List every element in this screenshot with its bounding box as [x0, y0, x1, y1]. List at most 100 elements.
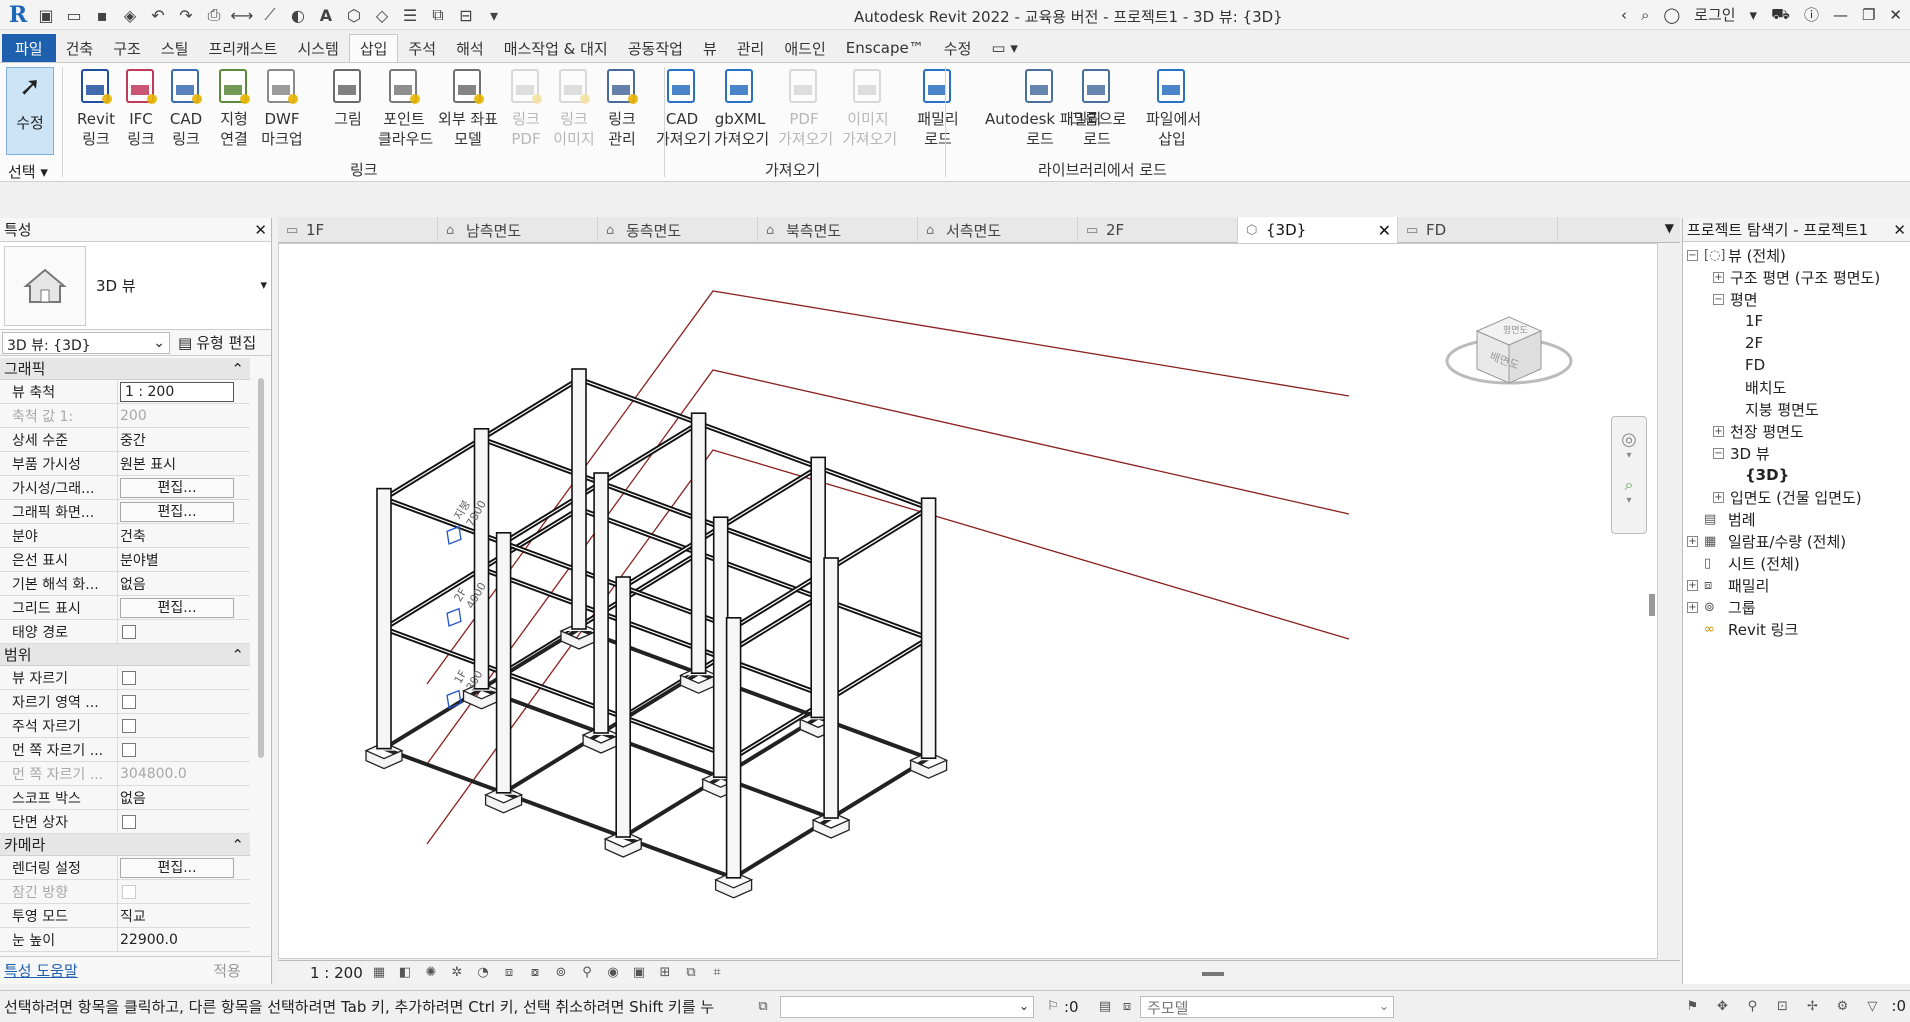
ribbon-button-14[interactable]: 이미지 가져오기: [842, 67, 897, 149]
column[interactable]: [725, 616, 742, 879]
undo-icon[interactable]: ↶: [146, 3, 170, 27]
property-checkbox[interactable]: [122, 718, 136, 733]
browser-node[interactable]: + 구조 평면 (구조 평면도): [1713, 266, 1880, 288]
browser-node[interactable]: ▯ 시트 (전체): [1687, 552, 1800, 574]
property-value[interactable]: 원본 표시: [120, 454, 176, 474]
viewcube-top-label[interactable]: 평면도: [1503, 325, 1528, 336]
property-checkbox[interactable]: [122, 694, 136, 709]
browser-node[interactable]: 배치도: [1745, 376, 1786, 398]
detail-level-icon[interactable]: ▦: [366, 964, 392, 982]
property-value[interactable]: 없음: [120, 574, 146, 594]
property-checkbox[interactable]: [122, 814, 136, 829]
column[interactable]: [810, 456, 827, 719]
user-icon[interactable]: ◯: [1663, 6, 1680, 24]
close-icon[interactable]: ✕: [1889, 6, 1902, 24]
edit-button[interactable]: 편집...: [120, 857, 234, 878]
editing-requests-icon[interactable]: ▤: [1094, 999, 1116, 1014]
worksharing-icon[interactable]: ▣: [626, 964, 652, 982]
tab-3[interactable]: 스틸: [151, 34, 199, 62]
collapse-icon[interactable]: ⌃: [231, 646, 244, 664]
main-model-combo[interactable]: 주모델 ⌄: [1140, 995, 1394, 1018]
section-icon[interactable]: ◇: [370, 3, 394, 27]
worksets-icon[interactable]: ⧉: [752, 999, 774, 1014]
home-icon[interactable]: ▣: [34, 3, 58, 27]
instance-filter-select[interactable]: 3D 뷰: {3D} ⌄: [2, 331, 170, 354]
sync-icon[interactable]: ◈: [118, 3, 142, 27]
column[interactable]: [571, 368, 587, 630]
edit-button[interactable]: 편집...: [120, 477, 234, 498]
ribbon-button-5[interactable]: 그림: [322, 67, 374, 129]
minimize-icon[interactable]: —: [1833, 6, 1848, 24]
binoculars-icon[interactable]: ⌕: [1641, 6, 1649, 24]
switch-windows-icon[interactable]: ⊟: [454, 3, 478, 27]
collapse-icon[interactable]: −: [1687, 249, 1698, 261]
chevron-down-icon[interactable]: ▾: [1612, 450, 1646, 461]
reveal-constraints-icon[interactable]: ⌗: [704, 964, 730, 982]
column[interactable]: [495, 531, 512, 794]
filter-icon[interactable]: ▽: [1861, 999, 1883, 1014]
scroll-thumb[interactable]: [258, 378, 264, 758]
print-icon[interactable]: ⎙: [202, 3, 226, 27]
drag-on-selection-icon[interactable]: ✢: [1801, 999, 1823, 1014]
browser-node[interactable]: 2F: [1745, 332, 1763, 354]
property-value[interactable]: 없음: [120, 788, 146, 808]
ribbon-button-4[interactable]: DWF 마크업: [256, 67, 308, 149]
expand-icon[interactable]: +: [1713, 425, 1724, 437]
ribbon-button-17[interactable]: 그룹으로 로드: [1071, 67, 1126, 149]
property-checkbox[interactable]: [122, 742, 136, 757]
tab-13[interactable]: 애드인: [774, 34, 835, 62]
browser-node[interactable]: ▤ 범례: [1687, 508, 1756, 530]
view-tab-4[interactable]: ⌂ 서측면도: [918, 217, 1078, 243]
browser-node[interactable]: + ⧈ 패밀리: [1687, 574, 1769, 596]
browser-node[interactable]: + ⊚ 그룹: [1687, 596, 1756, 618]
edit-button[interactable]: 편집...: [120, 501, 234, 522]
property-group-header[interactable]: 그래픽 ⌃: [0, 358, 250, 380]
tab-11[interactable]: 뷰: [693, 34, 727, 62]
ribbon-button-13[interactable]: PDF 가져오기: [778, 67, 833, 149]
canvas-horizontal-scroll[interactable]: [1202, 972, 1224, 976]
browser-node[interactable]: + ▦ 일람표/수량 (전체): [1687, 530, 1846, 552]
tab-9[interactable]: 매스작업 & 대지: [494, 34, 618, 62]
chevron-down-icon[interactable]: ▾: [1750, 6, 1758, 24]
column[interactable]: [920, 497, 937, 759]
property-value[interactable]: 200: [120, 408, 147, 424]
ribbon-button-2[interactable]: CAD 링크: [160, 67, 212, 149]
property-group-header[interactable]: 범위 ⌃: [0, 644, 250, 666]
edit-type-button[interactable]: ▤ 유형 편집: [178, 332, 256, 353]
property-value[interactable]: 중간: [120, 430, 146, 450]
column[interactable]: [376, 487, 392, 750]
browser-node[interactable]: + 입면도 (건물 입면도): [1713, 486, 1862, 508]
select-dropdown[interactable]: 선택 ▾: [8, 161, 48, 182]
show-crop-icon[interactable]: ⧇: [522, 964, 548, 982]
view-tab-2[interactable]: ⌂ 동측면도: [598, 217, 758, 243]
close-browser-icon[interactable]: ✕: [1893, 221, 1906, 239]
expand-icon[interactable]: +: [1713, 491, 1724, 503]
select-by-face-icon[interactable]: ⊡: [1771, 999, 1793, 1014]
expand-icon[interactable]: +: [1687, 535, 1698, 547]
property-value[interactable]: 직교: [120, 906, 146, 926]
collapse-icon[interactable]: ⌃: [231, 360, 244, 378]
design-options-icon[interactable]: ⚐: [1042, 999, 1064, 1014]
view-tab-0[interactable]: ▭ 1F: [278, 217, 438, 243]
3d-view-qat-icon[interactable]: ⬡: [342, 3, 366, 27]
measure-icon[interactable]: ⟷: [230, 3, 254, 27]
column[interactable]: [712, 516, 729, 779]
select-links-icon[interactable]: ⚑: [1681, 999, 1703, 1014]
tab-list-dropdown-icon[interactable]: ▼: [1665, 221, 1674, 235]
property-checkbox[interactable]: [122, 670, 136, 685]
workset-combo[interactable]: ⌄: [780, 995, 1034, 1018]
shadows-icon[interactable]: ✲: [444, 964, 470, 982]
reveal-hidden-icon[interactable]: ◉: [600, 964, 626, 982]
column[interactable]: [473, 428, 490, 690]
view-tab-6[interactable]: ⬡ {3D} ✕: [1238, 217, 1398, 243]
tab-10[interactable]: 공동작업: [618, 34, 693, 62]
beam-highlight[interactable]: [578, 508, 929, 639]
property-value[interactable]: 분야별: [120, 550, 159, 570]
temp-hide-icon[interactable]: ⚲: [574, 964, 600, 982]
search-arrow-icon[interactable]: ‹: [1621, 6, 1627, 24]
properties-scrollbar[interactable]: [258, 358, 266, 952]
restore-icon[interactable]: ❐: [1862, 6, 1875, 24]
grade-beam[interactable]: [480, 686, 832, 820]
ribbon-button-15[interactable]: 패밀리 로드: [912, 67, 964, 149]
open-icon[interactable]: ▭: [62, 3, 86, 27]
